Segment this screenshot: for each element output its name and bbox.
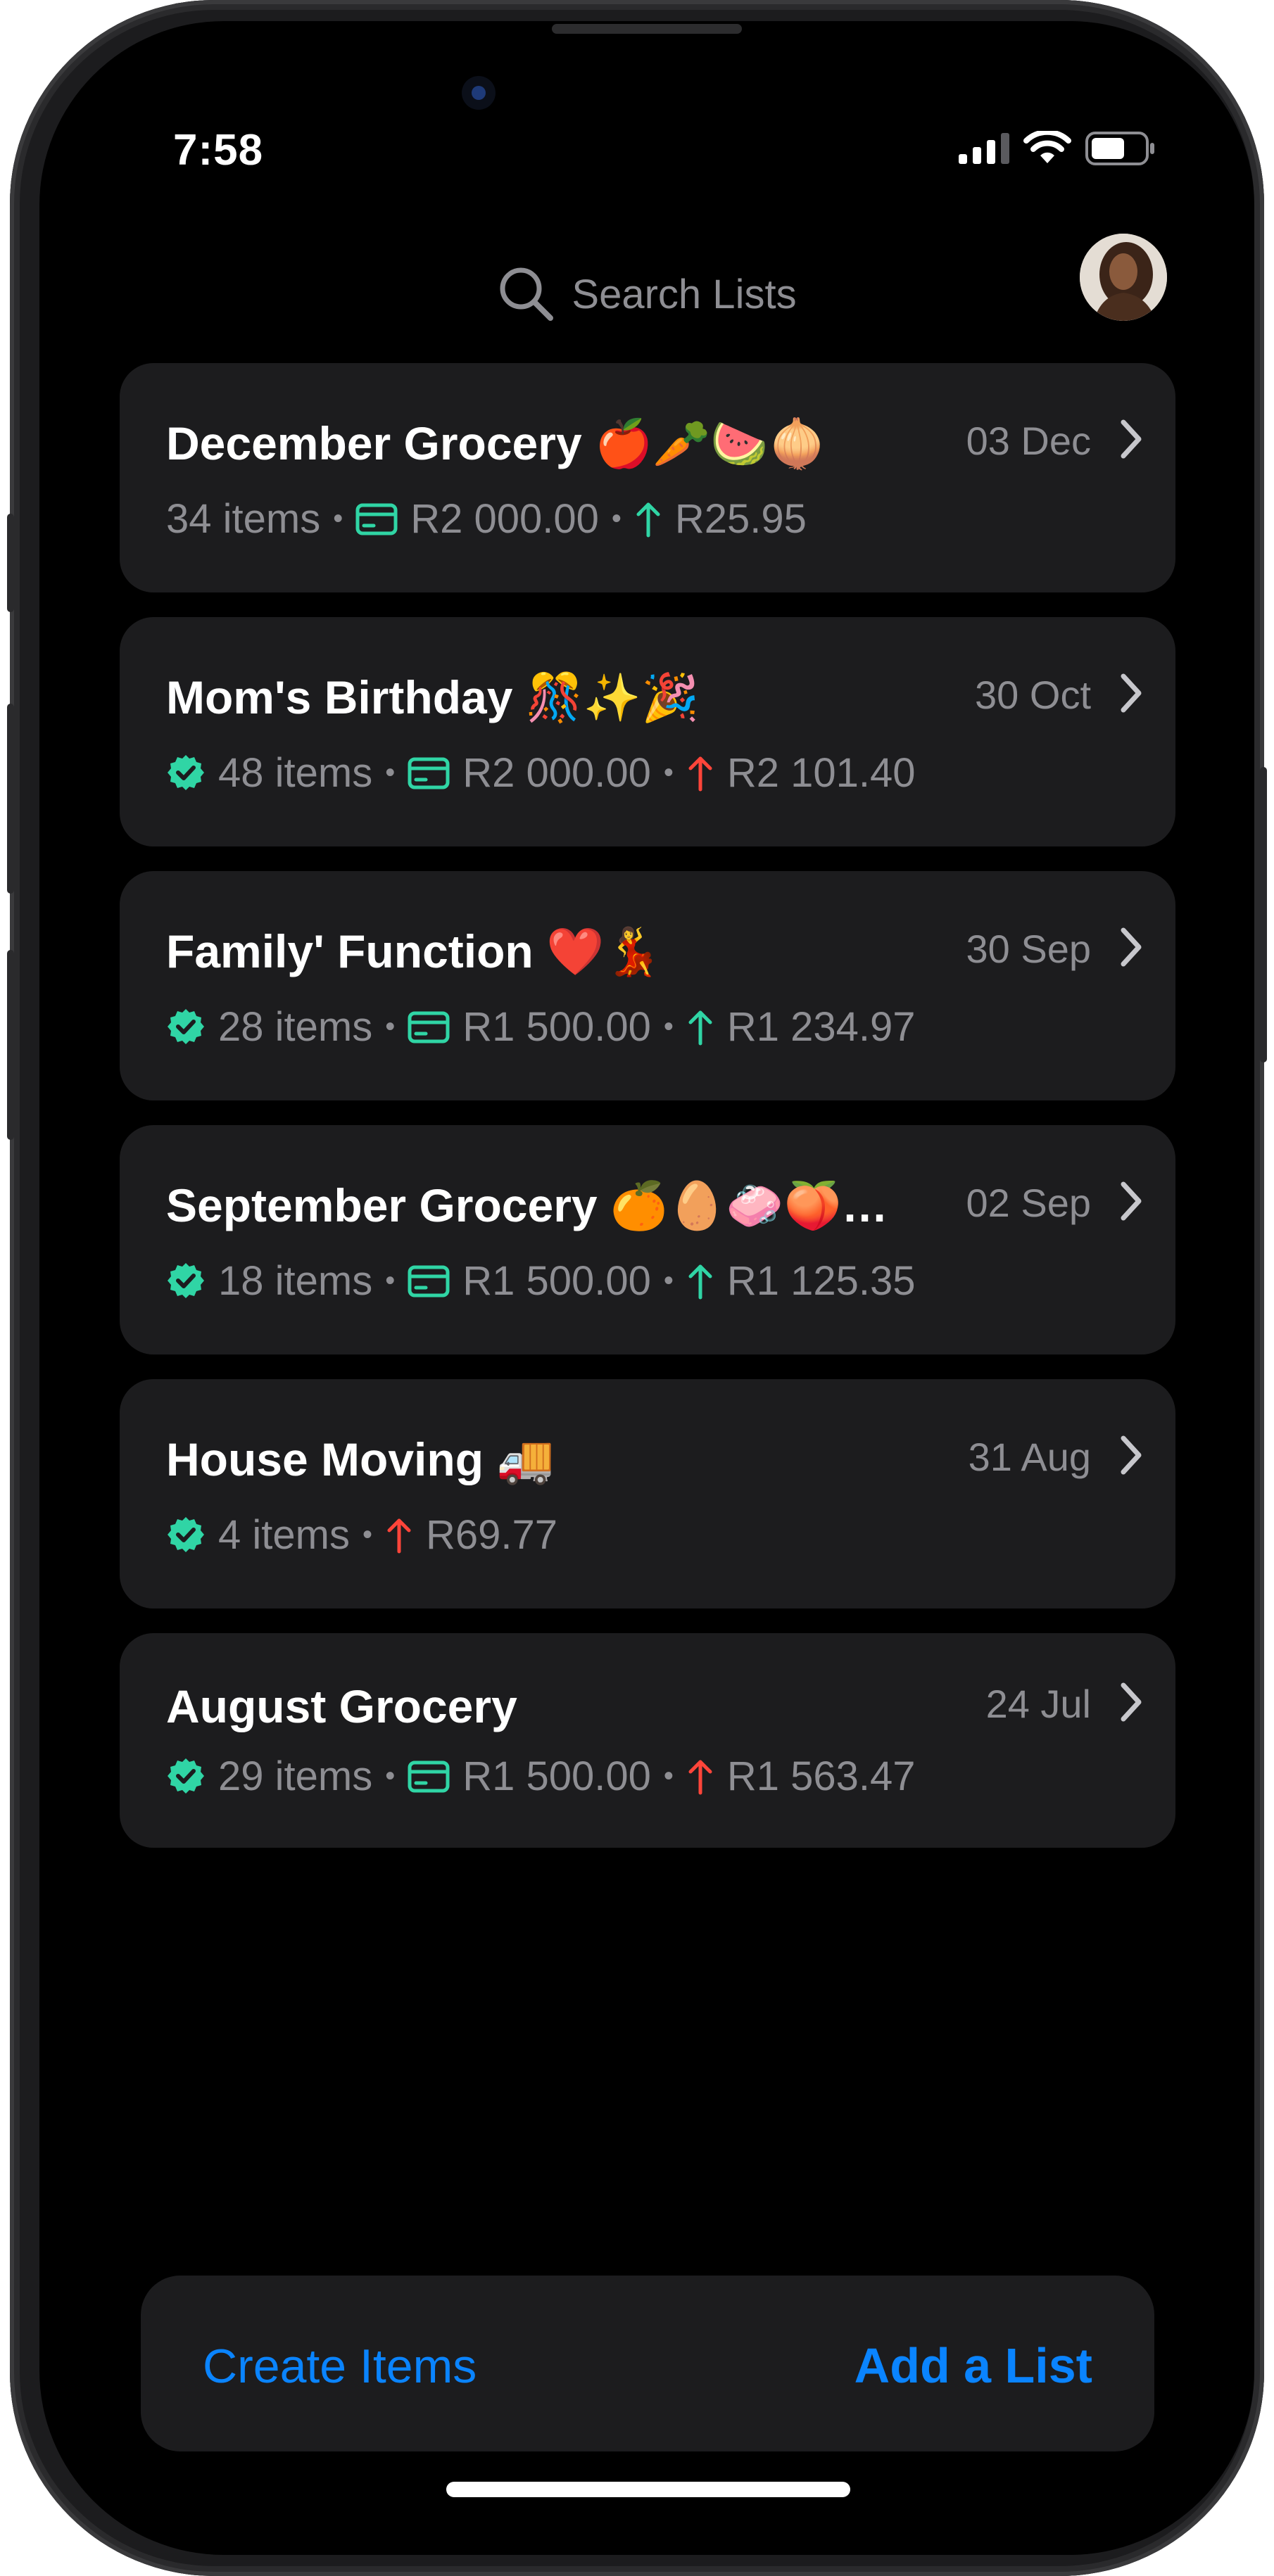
item-count: 4 items [218, 1512, 350, 1558]
separator-dot: • [663, 757, 674, 788]
list-meta: 4 items • R69.77 [166, 1511, 557, 1559]
chevron-right-icon [1118, 418, 1143, 464]
front-camera [462, 76, 496, 110]
power-button [1260, 767, 1267, 1062]
list-card[interactable]: Family' Function ❤️💃 30 Sep 28 items • R1 50… [120, 871, 1175, 1100]
list-title: August Grocery [166, 1680, 517, 1732]
separator-dot: • [611, 503, 622, 534]
home-indicator[interactable] [446, 2482, 850, 2497]
list-date: 02 Sep [966, 1181, 1092, 1225]
budget-amount: R2 000.00 [462, 750, 651, 796]
item-count: 29 items [218, 1753, 373, 1799]
item-count: 18 items [218, 1258, 373, 1304]
list-title: Family' Function ❤️💃 [166, 925, 662, 977]
verified-badge-icon [166, 754, 206, 793]
chevron-right-icon [1118, 672, 1143, 718]
search-bar[interactable]: Search Lists [39, 265, 1254, 324]
separator-dot: • [362, 1519, 372, 1550]
list-meta: 29 items • R1 500.00 • R1 563.47 [166, 1753, 916, 1800]
separator-dot: • [385, 1011, 396, 1042]
create-items-button[interactable]: Create Items [203, 2339, 477, 2394]
credit-card-icon [408, 1265, 450, 1297]
budget-amount: R1 500.00 [462, 1258, 651, 1304]
verified-badge-icon [166, 1757, 206, 1796]
action-button [7, 514, 14, 612]
credit-card-icon [355, 503, 398, 535]
credit-card-icon [408, 1011, 450, 1043]
arrow-up-icon [385, 1516, 413, 1554]
separator-dot: • [663, 1760, 674, 1791]
list-date: 24 Jul [985, 1682, 1091, 1726]
phone-frame: 7:58 Search Lists December Grocery 🍎🥕🍉🧅 … [7, 0, 1267, 2576]
avatar-icon [1080, 234, 1167, 321]
shopping-lists: December Grocery 🍎🥕🍉🧅 03 Dec 34 items • R2 0… [120, 363, 1175, 1872]
separator-dot: • [385, 1760, 396, 1791]
list-card[interactable]: Mom's Birthday 🎊✨🎉 30 Oct 48 items • R2 000.… [120, 617, 1175, 846]
credit-card-icon [408, 1760, 450, 1793]
screen: 7:58 Search Lists December Grocery 🍎🥕🍉🧅 … [39, 21, 1254, 2555]
add-list-button[interactable]: Add a List [854, 2337, 1092, 2394]
credit-card-icon [408, 757, 450, 789]
volume-down-button [7, 950, 14, 1140]
spent-amount: R2 101.40 [726, 750, 916, 796]
verified-badge-icon [166, 1262, 206, 1301]
status-icons [959, 131, 1156, 166]
spent-amount: R25.95 [674, 496, 807, 542]
arrow-up-icon [686, 754, 714, 792]
status-time: 7:58 [173, 126, 264, 175]
item-count: 34 items [166, 496, 321, 542]
separator-dot: • [663, 1265, 674, 1296]
list-card[interactable]: House Moving 🚚 31 Aug 4 items • R69.77 [120, 1379, 1175, 1609]
list-meta: 28 items • R1 500.00 • R1 234.97 [166, 1003, 916, 1051]
list-title: September Grocery 🍊🥚🧼🍑🥬… [166, 1179, 933, 1231]
spent-amount: R1 563.47 [726, 1753, 916, 1799]
list-date: 30 Sep [966, 927, 1092, 971]
list-date: 30 Oct [975, 673, 1091, 717]
verified-badge-icon [166, 1516, 206, 1555]
list-meta: 48 items • R2 000.00 • R2 101.40 [166, 749, 916, 797]
separator-dot: • [385, 757, 396, 788]
separator-dot: • [663, 1011, 674, 1042]
budget-amount: R1 500.00 [462, 1753, 651, 1799]
arrow-up-icon [686, 1758, 714, 1796]
chevron-right-icon [1118, 1681, 1143, 1727]
earpiece-speaker [552, 24, 742, 34]
spent-amount: R1 234.97 [726, 1004, 916, 1050]
profile-avatar[interactable] [1080, 234, 1167, 321]
chevron-right-icon [1118, 926, 1143, 972]
chevron-right-icon [1118, 1434, 1143, 1480]
arrow-up-icon [634, 500, 662, 538]
spent-amount: R69.77 [425, 1512, 557, 1558]
arrow-up-icon [686, 1008, 714, 1046]
arrow-up-icon [686, 1262, 714, 1300]
separator-dot: • [385, 1265, 396, 1296]
list-card[interactable]: December Grocery 🍎🥕🍉🧅 03 Dec 34 items • R2 0… [120, 363, 1175, 592]
budget-amount: R2 000.00 [410, 496, 599, 542]
separator-dot: • [333, 503, 343, 534]
search-icon [500, 267, 554, 321]
volume-up-button [7, 704, 14, 894]
budget-amount: R1 500.00 [462, 1004, 651, 1050]
item-count: 48 items [218, 750, 373, 796]
list-meta: 34 items • R2 000.00 • R25.95 [166, 495, 807, 543]
chevron-right-icon [1118, 1180, 1143, 1226]
list-meta: 18 items • R1 500.00 • R1 125.35 [166, 1257, 916, 1305]
list-date: 31 Aug [968, 1435, 1091, 1479]
bottom-action-bar: Create Items Add a List [141, 2276, 1154, 2451]
list-card[interactable]: August Grocery 24 Jul 29 items • R1 500.00 • R… [120, 1633, 1175, 1848]
verified-badge-icon [166, 1008, 206, 1047]
list-date: 03 Dec [966, 419, 1091, 463]
search-placeholder: Search Lists [572, 271, 797, 317]
wifi-icon [1023, 131, 1071, 163]
battery-icon [1085, 132, 1154, 165]
list-title: House Moving 🚚 [166, 1433, 555, 1485]
list-card[interactable]: September Grocery 🍊🥚🧼🍑🥬… 02 Sep 18 items • R… [120, 1125, 1175, 1354]
cellular-signal-icon [959, 133, 1009, 164]
item-count: 28 items [218, 1004, 373, 1050]
list-title: Mom's Birthday 🎊✨🎉 [166, 671, 700, 723]
list-title: December Grocery 🍎🥕🍉🧅 [166, 417, 826, 469]
spent-amount: R1 125.35 [726, 1258, 916, 1304]
